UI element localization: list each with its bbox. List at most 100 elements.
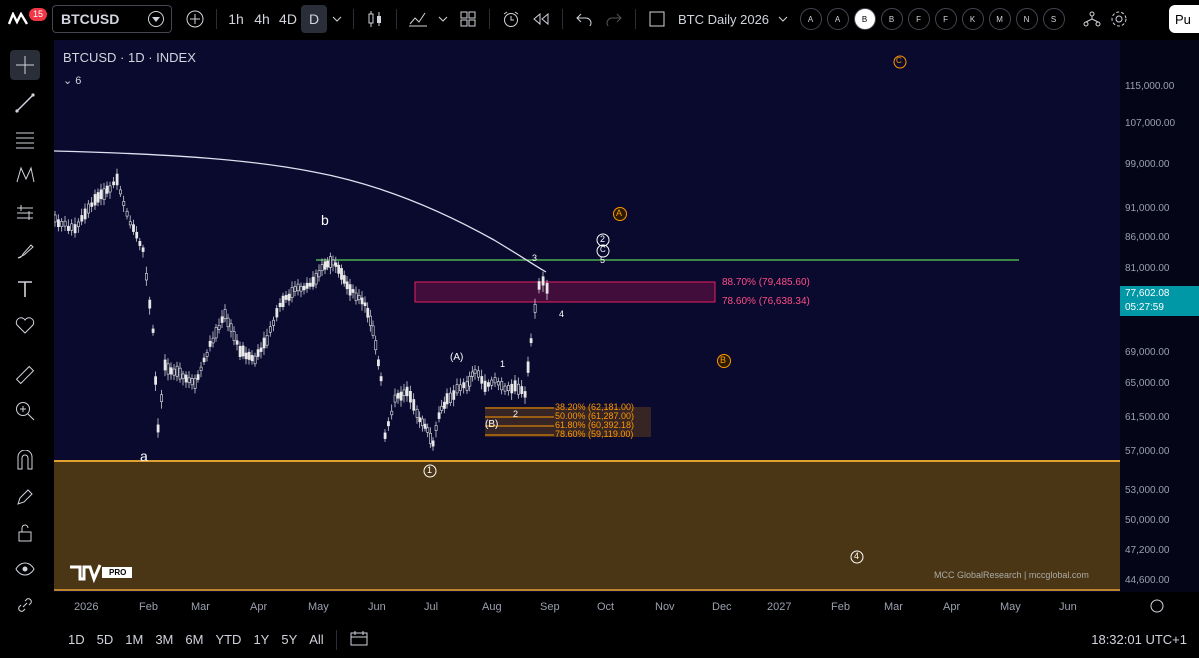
letter-tab-k[interactable]: K	[961, 8, 984, 30]
range-1D[interactable]: 1D	[68, 632, 85, 647]
indicators-dropdown[interactable]	[433, 5, 453, 33]
candle-body	[115, 173, 119, 186]
tradingview-logo-icon	[7, 12, 29, 25]
settings-button[interactable]	[1107, 5, 1131, 33]
letter-tab-b2[interactable]: B	[880, 8, 903, 30]
brush-tool[interactable]	[10, 236, 40, 266]
range-5D[interactable]: 5D	[97, 632, 114, 647]
range-3M[interactable]: 3M	[155, 632, 173, 647]
price-tick-label: 65,000.00	[1125, 378, 1170, 389]
price-tick-label: 53,000.00	[1125, 485, 1170, 496]
letter-tab-f2[interactable]: F	[934, 8, 957, 30]
fib-tool[interactable]	[10, 124, 40, 154]
redo-button[interactable]	[599, 5, 629, 33]
chart-legend-title[interactable]: BTCUSD · 1D · INDEX	[63, 50, 196, 65]
goto-date-button[interactable]	[349, 629, 369, 650]
candle-body	[223, 309, 227, 320]
range-1Y[interactable]: 1Y	[253, 632, 269, 647]
wave-label-5: 5	[600, 255, 606, 265]
candle-body	[459, 384, 462, 391]
letter-tab-f[interactable]: F	[907, 8, 930, 30]
toolbar-divider	[353, 9, 354, 29]
text-tool[interactable]	[10, 274, 40, 304]
link-tool[interactable]	[10, 590, 40, 620]
tradingview-logo[interactable]: 15	[0, 5, 48, 33]
time-tick-label: Jun	[368, 601, 386, 613]
candle-body	[105, 185, 109, 194]
compare-icon[interactable]	[147, 10, 165, 28]
publish-button[interactable]: Pu	[1169, 5, 1199, 33]
candle-body	[169, 367, 173, 375]
timeframe-4D[interactable]: 4D	[275, 5, 301, 33]
bottom-toolbar: 1D 5D 1M 3M 6M YTD 1Y 5Y All 18:32:01 UT…	[0, 621, 1199, 658]
forecast-icon	[17, 205, 33, 220]
indicators-button[interactable]	[403, 5, 433, 33]
layout-name[interactable]: BTC Daily 2026	[672, 5, 775, 33]
range-5Y[interactable]: 5Y	[281, 632, 297, 647]
symbol-search[interactable]: BTCUSD	[52, 5, 172, 33]
candle-body	[220, 316, 224, 323]
candle-body	[265, 335, 269, 346]
replay-button[interactable]	[526, 5, 556, 33]
zoom-tool[interactable]	[10, 396, 40, 426]
letter-tab-m[interactable]: M	[988, 8, 1011, 30]
price-tick-label: 81,000.00	[1125, 263, 1170, 274]
candle-body	[290, 287, 294, 298]
favorite-tool[interactable]	[10, 310, 40, 340]
lock-tool[interactable]	[10, 518, 40, 548]
pattern-tool[interactable]	[10, 160, 40, 190]
candle-body	[340, 268, 343, 280]
candle-body	[138, 241, 142, 246]
redo-icon	[606, 13, 622, 26]
layout-button[interactable]	[642, 5, 672, 33]
timeframe-D[interactable]: D	[301, 5, 327, 33]
candle-body	[337, 264, 341, 274]
trendline-tool[interactable]	[10, 88, 40, 118]
candle-body	[379, 376, 383, 382]
range-1M[interactable]: 1M	[125, 632, 143, 647]
range-6M[interactable]: 6M	[185, 632, 203, 647]
letter-tab-a2[interactable]: A	[826, 8, 849, 30]
candle-body	[145, 273, 148, 281]
timeframe-1h[interactable]: 1h	[223, 5, 249, 33]
range-YTD[interactable]: YTD	[215, 632, 241, 647]
letter-tab-b[interactable]: B	[853, 8, 876, 30]
network-button[interactable]	[1077, 5, 1107, 33]
timeframe-4h[interactable]: 4h	[249, 5, 275, 33]
candle-body	[241, 345, 245, 357]
indicators-collapsed-toggle[interactable]: ⌄ 6	[63, 74, 81, 87]
candle-body	[357, 295, 361, 301]
range-All[interactable]: All	[309, 632, 323, 647]
add-symbol-button[interactable]	[180, 5, 210, 33]
candle-body	[517, 383, 520, 395]
magnet-tool[interactable]	[10, 446, 40, 476]
chart-type-button[interactable]	[360, 5, 390, 33]
alert-button[interactable]	[496, 5, 526, 33]
fib-zone-upper[interactable]	[414, 281, 716, 303]
candle-body	[500, 381, 504, 391]
crosshair-tool[interactable]	[10, 50, 40, 80]
candle-body	[326, 260, 330, 268]
price-tick-label: 86,000.00	[1125, 232, 1170, 243]
candle-body	[99, 189, 103, 200]
undo-button[interactable]	[569, 5, 599, 33]
layout-dropdown[interactable]	[775, 5, 791, 33]
chevron-down-icon: ⌄	[63, 75, 76, 87]
clock[interactable]: 18:32:01 UTC+1	[1091, 632, 1187, 647]
ruler-icon	[15, 365, 35, 385]
ruler-tool[interactable]	[10, 360, 40, 390]
candle-body	[366, 307, 370, 318]
letter-tab-s[interactable]: S	[1042, 8, 1065, 30]
timeframe-dropdown[interactable]	[327, 5, 347, 33]
chart-area[interactable]: 115,000.00 107,000.00 99,000.00 91,000.00 86…	[54, 40, 1199, 620]
notification-badge[interactable]: 15	[29, 8, 48, 21]
forecast-tool[interactable]	[10, 198, 40, 228]
candle-body	[513, 380, 517, 392]
visibility-tool[interactable]	[10, 554, 40, 584]
chart-canvas[interactable]: 115,000.00 107,000.00 99,000.00 91,000.00 86…	[54, 40, 1199, 620]
draw-mode-tool[interactable]	[10, 482, 40, 512]
templates-button[interactable]	[453, 5, 483, 33]
candle-body	[166, 363, 170, 375]
letter-tab-n[interactable]: N	[1015, 8, 1038, 30]
letter-tab-a[interactable]: A	[799, 8, 822, 30]
